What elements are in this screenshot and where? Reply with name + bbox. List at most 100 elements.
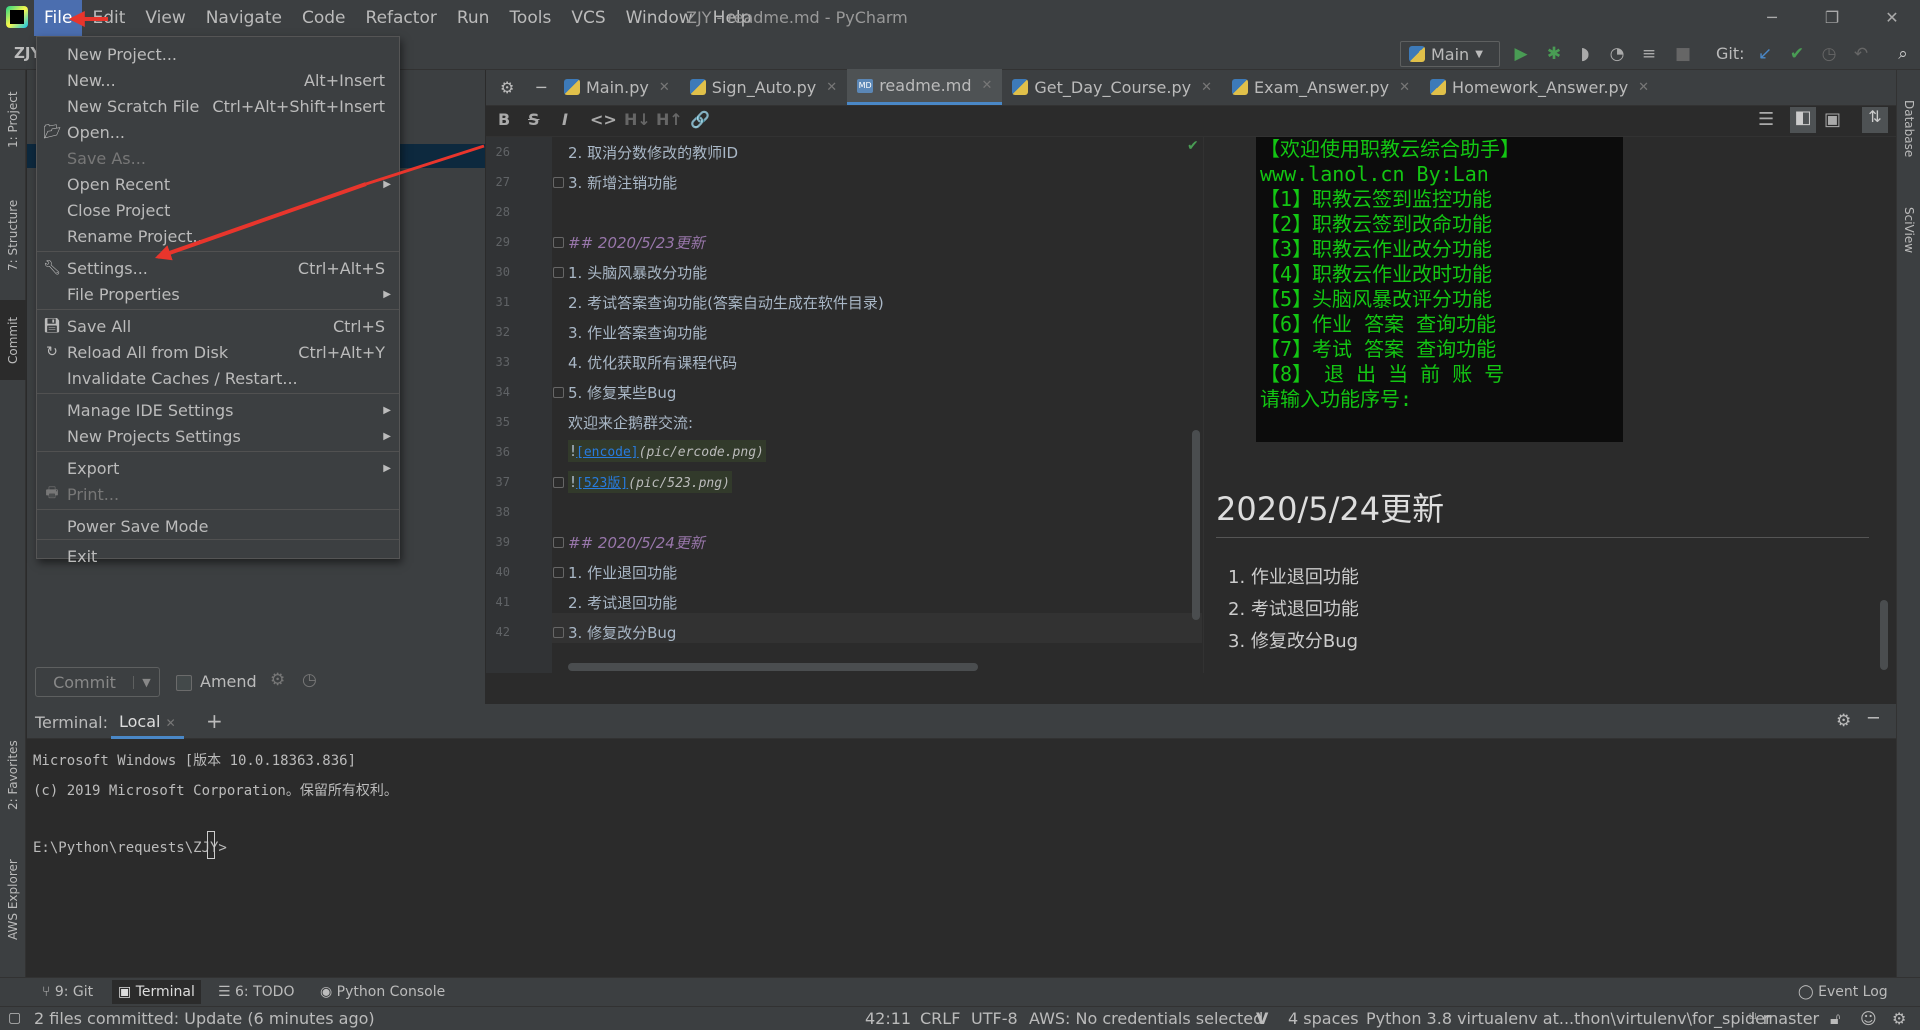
- status-layout-icon[interactable]: ▢: [8, 1007, 21, 1030]
- lock-icon[interactable]: 🔓︎: [1830, 1007, 1840, 1030]
- structure-tool-tab[interactable]: 7: Structure: [0, 180, 26, 290]
- tab-exam-answer-py[interactable]: Exam_Answer.py ✕: [1222, 69, 1420, 105]
- database-tool-tab[interactable]: Database: [1897, 84, 1920, 174]
- debug-icon[interactable]: ✱: [1541, 41, 1567, 67]
- file-menu-power-save-mode[interactable]: Power Save Mode: [37, 513, 399, 539]
- file-menu-file-properties[interactable]: File Properties ▶: [37, 281, 399, 307]
- fold-marker-icon[interactable]: [553, 537, 564, 548]
- tab-sign-auto-py[interactable]: Sign_Auto.py ✕: [680, 69, 847, 105]
- file-menu-settings[interactable]: 🔧︎ Settings... Ctrl+Alt+S: [37, 255, 399, 281]
- rollback-icon[interactable]: ↶: [1848, 41, 1874, 67]
- python-console-tool-tab[interactable]: ◉ Python Console: [314, 980, 451, 1004]
- file-menu-exit[interactable]: Exit: [37, 543, 399, 569]
- close-tab-icon[interactable]: ✕: [166, 716, 176, 730]
- menu-view[interactable]: View: [135, 0, 195, 36]
- caret-position[interactable]: 42:11: [865, 1007, 911, 1030]
- fold-marker-icon[interactable]: [553, 267, 564, 278]
- git-tool-tab[interactable]: ⑂ 9: Git: [36, 980, 99, 1004]
- project-tool-tab[interactable]: 1: Project: [0, 80, 26, 160]
- close-tab-icon[interactable]: ✕: [1638, 80, 1649, 95]
- terminal-tab-local[interactable]: Local ✕: [111, 708, 184, 739]
- search-icon[interactable]: ⌕: [1890, 41, 1916, 67]
- fold-marker-icon[interactable]: [553, 627, 564, 638]
- file-menu-export[interactable]: Export ▶: [37, 455, 399, 481]
- close-tab-icon[interactable]: ✕: [1201, 80, 1212, 95]
- close-tab-icon[interactable]: ✕: [659, 80, 670, 95]
- menu-edit[interactable]: Edit: [82, 0, 135, 36]
- run-config-select[interactable]: Main ▼: [1400, 41, 1500, 67]
- git-update-icon[interactable]: ↙: [1752, 41, 1778, 67]
- file-menu-new-project[interactable]: New Project...: [37, 41, 399, 67]
- tab-readme-md[interactable]: MD readme.md ✕: [847, 69, 1003, 105]
- chevron-down-icon[interactable]: ▼: [133, 675, 159, 689]
- preview-scrollbar[interactable]: [1880, 600, 1888, 670]
- run-icon[interactable]: ▶: [1508, 41, 1534, 67]
- menu-refactor[interactable]: Refactor: [356, 0, 447, 36]
- file-menu-new-scratch-file[interactable]: New Scratch File Ctrl+Alt+Shift+Insert: [37, 93, 399, 119]
- file-menu-open-recent[interactable]: Open Recent ▶: [37, 171, 399, 197]
- stop-icon[interactable]: ■: [1670, 41, 1696, 67]
- link-text[interactable]: [523版]: [576, 476, 628, 491]
- menu-navigate[interactable]: Navigate: [196, 0, 292, 36]
- link-text[interactable]: [encode]: [576, 445, 639, 460]
- status-message[interactable]: 2 files committed: Update (6 minutes ago…: [34, 1007, 375, 1030]
- split-view-icon[interactable]: ◧: [1790, 107, 1816, 133]
- hide-icon[interactable]: ─: [1868, 708, 1879, 729]
- restore-icon[interactable]: ❐: [1804, 0, 1860, 36]
- preview-only-icon[interactable]: ▣: [1824, 109, 1841, 130]
- close-tab-icon[interactable]: ✕: [1399, 80, 1410, 95]
- file-menu-manage-ide-settings[interactable]: Manage IDE Settings ▶: [37, 397, 399, 423]
- fold-marker-icon[interactable]: [553, 237, 564, 248]
- profile-icon[interactable]: ◔: [1604, 41, 1630, 67]
- amend-checkbox[interactable]: [176, 675, 192, 691]
- todo-tool-tab[interactable]: ☰ 6: TODO: [212, 980, 300, 1004]
- image-link[interactable]: ![523版](pic/523.png): [568, 471, 732, 493]
- line-separator[interactable]: CRLF: [920, 1007, 960, 1030]
- event-log-tool-tab[interactable]: ◯ Event Log: [1792, 980, 1894, 1004]
- bold-icon[interactable]: B: [498, 110, 510, 129]
- terminal-tool-tab[interactable]: ▣ Terminal: [112, 980, 201, 1004]
- menu-vcs[interactable]: VCS: [561, 0, 615, 36]
- python-interpreter[interactable]: Python 3.8 virtualenv at...thon\virtulen…: [1366, 1007, 1772, 1030]
- commit-tool-tab[interactable]: Commit: [0, 300, 26, 380]
- menu-code[interactable]: Code: [292, 0, 356, 36]
- italic-icon[interactable]: I: [562, 110, 568, 129]
- hector-icon[interactable]: ☺: [1860, 1007, 1877, 1030]
- fold-marker-icon[interactable]: [553, 477, 564, 488]
- file-menu-new[interactable]: New... Alt+Insert: [37, 67, 399, 93]
- build-icon[interactable]: ≡: [1636, 41, 1662, 67]
- history-icon[interactable]: ◷: [1816, 41, 1842, 67]
- aws-explorer-tool-tab[interactable]: AWS Explorer: [0, 840, 26, 960]
- file-menu-close-project[interactable]: Close Project: [37, 197, 399, 223]
- fold-marker-icon[interactable]: [553, 177, 564, 188]
- file-menu-reload-all-from-disk[interactable]: ↻ Reload All from Disk Ctrl+Alt+Y: [37, 339, 399, 365]
- file-encoding[interactable]: UTF-8: [971, 1007, 1018, 1030]
- git-commit-icon[interactable]: ✔: [1784, 41, 1810, 67]
- commit-button[interactable]: Commit ▼: [35, 667, 160, 697]
- favorites-tool-tab[interactable]: 2: Favorites: [0, 720, 26, 830]
- git-branch[interactable]: ⑂ master: [1748, 1007, 1819, 1030]
- link-icon[interactable]: 🔗: [690, 110, 710, 129]
- image-link[interactable]: ![encode](pic/ercode.png): [568, 440, 766, 462]
- close-icon[interactable]: ✕: [1864, 0, 1920, 36]
- menu-file[interactable]: File: [34, 0, 83, 36]
- tab-main-py[interactable]: Main.py ✕: [554, 69, 680, 105]
- file-menu-open[interactable]: 📂︎ Open...: [37, 119, 399, 145]
- tab-get-day-course-py[interactable]: Get_Day_Course.py ✕: [1002, 69, 1222, 105]
- header-down-icon[interactable]: H↓: [624, 110, 651, 129]
- editor-only-icon[interactable]: ☰: [1758, 109, 1774, 130]
- horizontal-scrollbar[interactable]: [568, 663, 978, 671]
- file-menu-new-projects-settings[interactable]: New Projects Settings ▶: [37, 423, 399, 449]
- sync-scroll-icon[interactable]: ⇅: [1862, 107, 1888, 133]
- terminal-output[interactable]: [27, 739, 1896, 977]
- new-terminal-icon[interactable]: +: [206, 709, 223, 733]
- gear-icon[interactable]: ⚙: [1836, 711, 1851, 731]
- gear-icon[interactable]: ⚙: [486, 69, 528, 105]
- file-menu-invalidate-caches-restart[interactable]: Invalidate Caches / Restart...: [37, 365, 399, 391]
- menu-run[interactable]: Run: [447, 0, 500, 36]
- sciview-tool-tab[interactable]: SciView: [1897, 190, 1920, 270]
- strikethrough-icon[interactable]: S: [528, 110, 540, 129]
- hide-icon[interactable]: ─: [528, 69, 554, 105]
- close-tab-icon[interactable]: ✕: [826, 80, 837, 95]
- aws-credentials[interactable]: AWS: No credentials selected: [1029, 1007, 1263, 1030]
